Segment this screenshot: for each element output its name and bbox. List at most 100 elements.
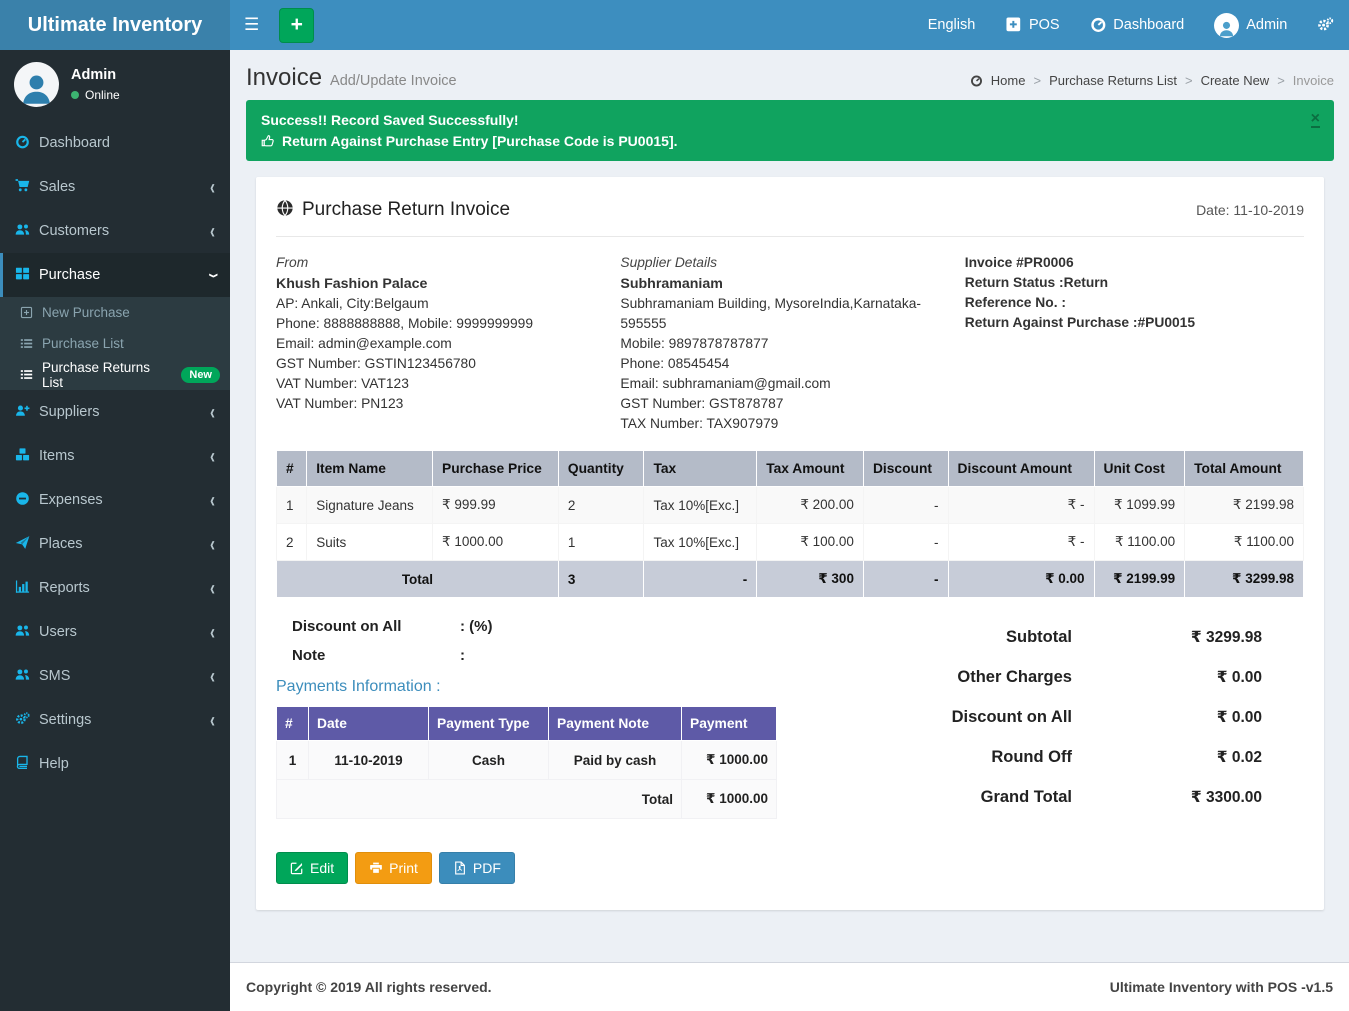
content-header: InvoiceAdd/Update Invoice Home > Purchas… [230,50,1349,92]
breadcrumb-create-new[interactable]: Create New [1201,73,1270,88]
breadcrumb-purchase-returns-list[interactable]: Purchase Returns List [1049,73,1177,88]
tachometer-icon [1090,16,1107,35]
invoice-parties: From Khush Fashion Palace AP: Ankali, Ci… [276,253,1304,434]
alert-detail: Return Against Purchase Entry [Purchase … [282,133,678,149]
close-icon[interactable]: × [1311,112,1320,128]
settings-menu[interactable] [1302,0,1349,50]
payments-heading: Payments Information : [276,678,782,696]
chevron-left-icon: ‹ [210,708,215,732]
pencil-square-icon [290,860,304,876]
minus-circle-icon [15,491,39,508]
user-menu[interactable]: Admin [1199,0,1302,50]
sidebar-item-expenses[interactable]: Expenses ‹ [0,478,230,522]
chevron-left-icon: ‹ [210,576,215,600]
online-dot-icon [71,91,79,99]
grand-total-row: Grand Total ₹ 3300.00 [782,788,1262,807]
submenu-item-new-purchase[interactable]: New Purchase [0,297,230,328]
sidebar-user-status[interactable]: Online [71,88,120,102]
bar-chart-icon [15,579,39,596]
sidebar: Admin Online Dashboard Sales ‹ Customers… [0,50,230,1011]
chevron-left-icon: ‹ [210,400,215,424]
totals-block: Subtotal ₹ 3299.98 Other Charges ₹ 0.00 … [782,618,1304,828]
pos-link[interactable]: POS [990,0,1074,50]
sidebar-user-name: Admin [71,67,120,83]
submenu-item-purchase-list[interactable]: Purchase List [0,328,230,359]
avatar [1214,13,1239,38]
sidebar-item-reports[interactable]: Reports ‹ [0,566,230,610]
file-pdf-icon [453,860,467,876]
sidebar-item-customers[interactable]: Customers ‹ [0,209,230,253]
pdf-button[interactable]: PDF [439,852,515,884]
users-icon [15,667,39,684]
submenu-item-purchase-returns-list[interactable]: Purchase Returns List New [0,359,230,390]
footer: Copyright © 2019 All rights reserved. Ul… [230,962,1349,1011]
chevron-down-icon: ‹ [201,273,225,278]
items-table: # Item Name Purchase Price Quantity Tax … [276,450,1304,598]
sidebar-item-help[interactable]: Help [0,742,230,786]
purchase-submenu: New Purchase Purchase List Purchase Retu… [0,297,230,390]
breadcrumb-separator: > [1277,73,1285,88]
sidebar-item-sms[interactable]: SMS ‹ [0,654,230,698]
breadcrumb: Home > Purchase Returns List > Create Ne… [970,73,1334,88]
sidebar-item-suppliers[interactable]: Suppliers ‹ [0,390,230,434]
action-buttons: Edit Print PDF [276,852,1304,884]
sidebar-item-places[interactable]: Places ‹ [0,522,230,566]
sidebar-toggle-icon[interactable]: ☰ [230,0,273,50]
dashboard-link[interactable]: Dashboard [1075,0,1200,50]
supplier-block: Supplier Details Subhramaniam Subhramani… [620,253,964,434]
language-menu[interactable]: English [913,0,991,50]
grid-icon [15,266,39,283]
breadcrumb-home[interactable]: Home [991,73,1026,88]
cart-icon [15,178,39,195]
chevron-left-icon: ‹ [210,175,215,199]
chevron-left-icon: ‹ [210,219,215,243]
paper-plane-icon [15,535,39,552]
breadcrumb-separator: > [1185,73,1193,88]
user-plus-icon [15,403,39,420]
alert-message: Success!! Record Saved Successfully! [261,112,1319,128]
subtotal-row: Subtotal ₹ 3299.98 [782,628,1262,647]
content: Success!! Record Saved Successfully! Ret… [230,92,1349,962]
table-row: 1 Signature Jeans ₹ 999.99 2 Tax 10%[Exc… [277,487,1304,524]
users-icon [15,222,39,239]
chevron-left-icon: ‹ [210,488,215,512]
copyright-text: Copyright © 2019 All rights reserved. [246,979,492,995]
supplier-name: Subhramaniam [620,274,939,294]
invoice-card-header: Purchase Return Invoice Date: 11-10-2019 [276,199,1304,237]
avatar [14,62,59,107]
chevron-left-icon: ‹ [210,444,215,468]
app-logo[interactable]: Ultimate Inventory [0,0,230,50]
from-name: Khush Fashion Palace [276,274,595,294]
sidebar-item-users[interactable]: Users ‹ [0,610,230,654]
sidebar-item-dashboard[interactable]: Dashboard [0,121,230,165]
quick-add-button[interactable]: + [279,8,314,43]
page-title: Invoice [246,64,322,91]
success-alert: Success!! Record Saved Successfully! Ret… [246,100,1334,161]
navbar-right-menu: English POS Dashboard Admin [913,0,1349,50]
main-content-area: InvoiceAdd/Update Invoice Home > Purchas… [230,50,1349,1011]
sidebar-item-sales[interactable]: Sales ‹ [0,165,230,209]
print-button[interactable]: Print [355,852,432,884]
discount-on-all-row: Discount on All : (%) [292,618,782,635]
printer-icon [369,860,383,876]
sidebar-item-purchase[interactable]: Purchase ‹ [0,253,230,297]
chevron-left-icon: ‹ [210,532,215,556]
top-navbar: ☰ + English POS Dashboard Admin [230,0,1349,50]
breadcrumb-separator: > [1033,73,1041,88]
table-row: 1 11-10-2019 Cash Paid by cash ₹ 1000.00 [277,741,777,780]
list-icon [20,367,42,382]
invoice-title: Purchase Return Invoice [276,199,510,221]
sidebar-item-settings[interactable]: Settings ‹ [0,698,230,742]
cubes-icon [15,447,39,464]
invoice-card: Purchase Return Invoice Date: 11-10-2019… [256,177,1324,910]
note-row: Note : [292,647,782,664]
gears-icon [1317,16,1334,35]
breadcrumb-current: Invoice [1293,73,1334,88]
plus-square-icon [20,305,42,320]
edit-button[interactable]: Edit [276,852,348,884]
plus-square-icon [1005,16,1022,35]
payments-header-row: # Date Payment Type Payment Note Payment [277,707,777,741]
sidebar-item-items[interactable]: Items ‹ [0,434,230,478]
chevron-left-icon: ‹ [210,664,215,688]
invoice-meta-block: Invoice #PR0006 Return Status :Return Re… [965,253,1304,434]
